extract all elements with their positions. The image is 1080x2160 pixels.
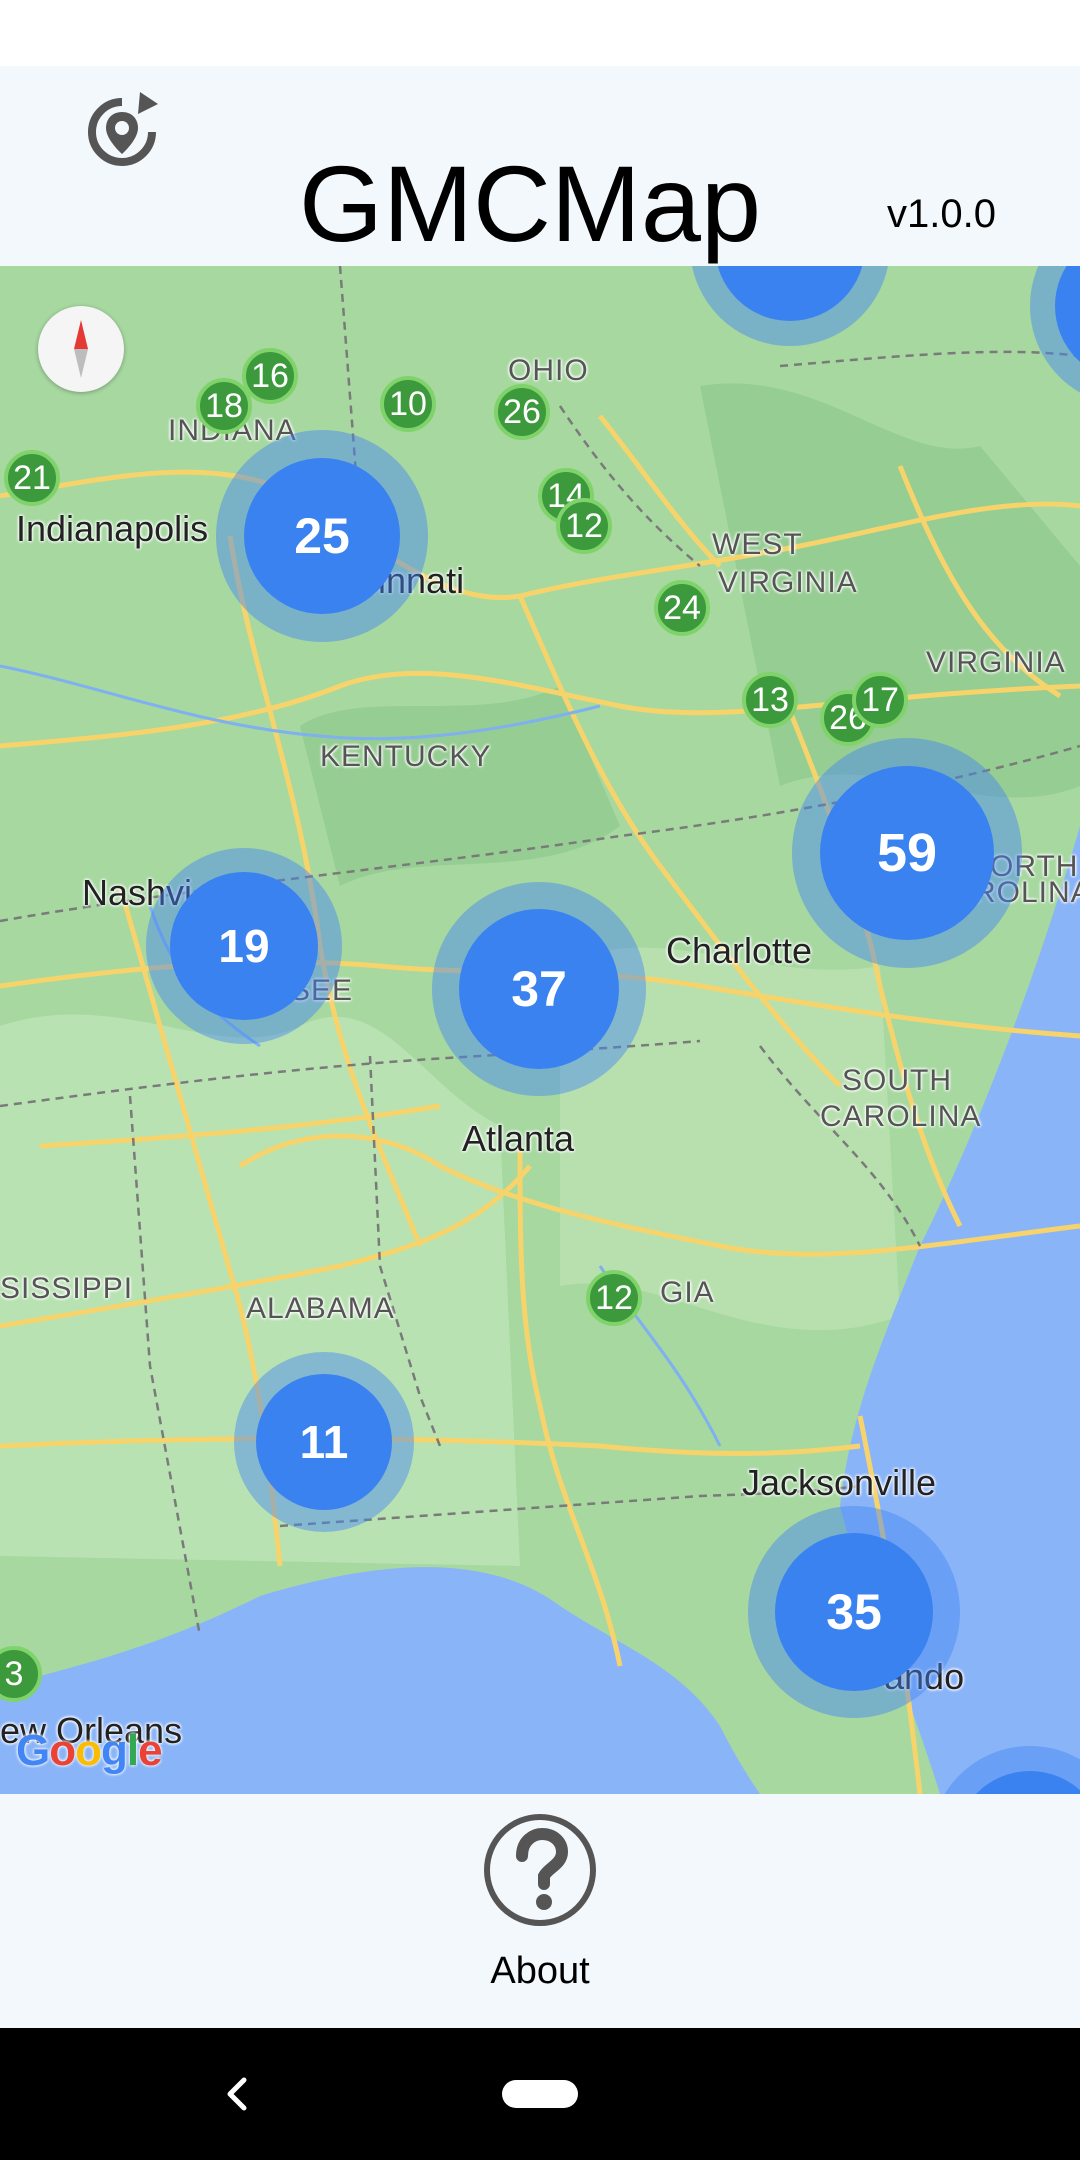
state-label-alabama: ALABAMA [246,1292,395,1325]
cluster-marker[interactable]: 11 [234,1352,414,1532]
map-view[interactable]: OHIO INDIANA WEST VIRGINIA VIRGINIA KENT… [0,266,1080,1794]
map-marker[interactable]: 13 [742,672,798,728]
state-label-ohio: OHIO [508,354,589,387]
state-label-kentucky: KENTUCKY [320,740,492,773]
cluster-marker[interactable]: 25 [216,430,428,642]
status-bar [0,0,1080,66]
about-button[interactable]: About [470,1812,610,1992]
city-label-atlanta: Atlanta [462,1118,575,1159]
city-label-jacksonville: Jacksonville [742,1462,937,1503]
state-label-virginia: VIRGINIA [926,646,1066,679]
cluster-marker[interactable]: 35 [748,1506,960,1718]
state-label-west-virginia: VIRGINIA [718,566,858,599]
state-label-west: WEST [712,528,803,561]
map-marker[interactable]: 16 [242,348,298,404]
map-marker[interactable]: 10 [380,376,436,432]
state-label-south: SOUTH [842,1064,952,1097]
state-label-carolina: CAROLINA [820,1100,982,1133]
back-icon[interactable] [218,2074,258,2114]
map-marker[interactable]: 17 [852,672,908,728]
cluster-marker[interactable]: 59 [792,738,1022,968]
system-nav-bar [0,2028,1080,2160]
map-marker[interactable]: 12 [556,498,612,554]
version-label: v1.0.0 [887,192,996,236]
google-attribution: Google [16,1726,163,1775]
help-circle-icon [484,1814,596,1926]
map-marker[interactable]: 21 [4,450,60,506]
city-label-charlotte: Charlotte [666,930,813,971]
about-label: About [490,1950,590,1992]
app-header: GMCMap v1.0.0 [0,66,1080,266]
map-marker[interactable]: 26 [494,384,550,440]
cluster-marker[interactable]: 37 [432,882,646,1096]
map-marker[interactable]: 12 [586,1270,642,1326]
map-marker[interactable]: 24 [654,580,710,636]
compass-icon[interactable] [38,306,124,392]
cluster-marker[interactable]: 19 [146,848,342,1044]
city-label-indianapolis: Indianapolis [16,508,209,549]
home-button[interactable] [502,2080,578,2108]
state-label-georgia: GIA [660,1276,715,1309]
state-label-mississippi: SISSIPPI [0,1272,134,1305]
map-marker[interactable]: 18 [196,378,252,434]
